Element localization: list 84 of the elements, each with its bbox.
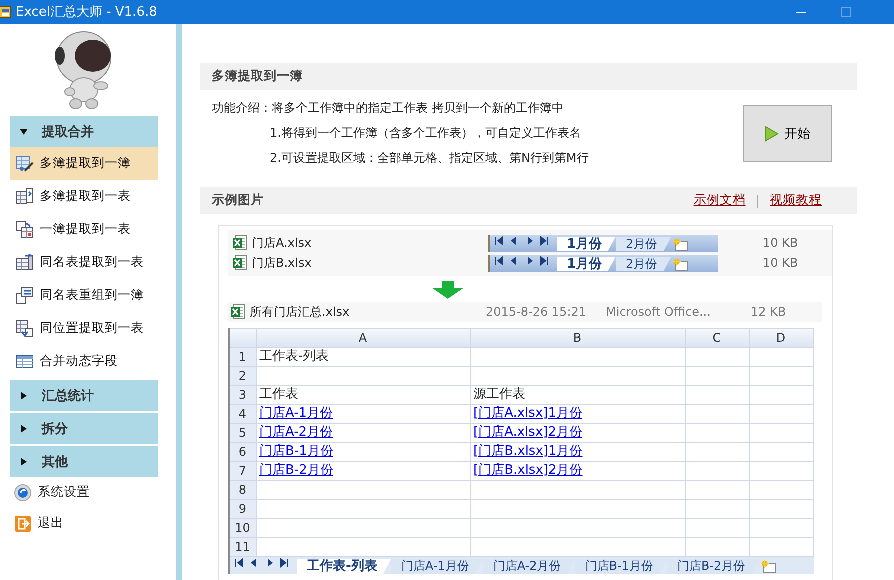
- row-header: 10: [229, 518, 256, 538]
- column-header: C: [685, 328, 749, 348]
- sheet-icon: [16, 220, 34, 238]
- file-name: 所有门店汇总.xlsx: [250, 304, 351, 320]
- expand-arrow-icon: [20, 458, 28, 466]
- section-title: 示例图片: [212, 192, 264, 209]
- intro-text: 功能介绍：将多个工作簿中的指定工作表 拷贝到一个新的工作簿中: [212, 100, 565, 117]
- sheet-icon: [16, 254, 34, 272]
- collapse-arrow-icon: [20, 128, 28, 136]
- expand-arrow-icon: [20, 424, 28, 432]
- sidebar-item[interactable]: 退出: [14, 508, 176, 539]
- group-label: 拆分: [42, 420, 68, 438]
- settings-icon: [14, 484, 32, 502]
- sheet-tab[interactable]: 门店B-1月份: [575, 559, 668, 574]
- sidebar-item[interactable]: 一簿提取到一表: [10, 213, 158, 246]
- app-icon: [0, 5, 12, 19]
- spreadsheet-file-icon: [232, 235, 248, 251]
- group-header[interactable]: 拆分: [10, 413, 158, 444]
- row-header: 3: [229, 386, 256, 404]
- sheet-tab[interactable]: 1月份: [557, 236, 616, 252]
- down-arrow-icon: [430, 281, 466, 299]
- sheet-icon: [16, 352, 34, 370]
- row-header: 2: [229, 366, 256, 386]
- play-icon: [764, 126, 778, 142]
- file-type: Microsoft Office...: [606, 305, 712, 319]
- new-sheet-icon[interactable]: [672, 238, 690, 252]
- row-header: 1: [229, 348, 256, 366]
- group-label: 汇总统计: [42, 388, 94, 404]
- start-button[interactable]: 开始: [743, 105, 832, 162]
- group-label: 其他: [42, 454, 68, 470]
- group-label: 提取合并: [42, 124, 94, 140]
- sidebar-item[interactable]: 多簿提取到一表: [10, 180, 158, 213]
- table-cell: 源工作表: [474, 387, 526, 402]
- file-size: 12 KB: [751, 305, 786, 319]
- expand-arrow-icon: [20, 392, 28, 400]
- file-size: 10 KB: [763, 236, 798, 250]
- table-cell: 工作表-列表: [260, 349, 330, 364]
- file-size: 10 KB: [763, 256, 798, 270]
- file-date: 2015-8-26 15:21: [486, 305, 588, 319]
- new-sheet-icon[interactable]: [672, 258, 690, 272]
- column-header: B: [470, 328, 685, 348]
- row-header: 6: [229, 442, 256, 462]
- group-header[interactable]: 其他: [10, 446, 158, 477]
- window-title: Excel汇总大师 - V1.6.8: [16, 4, 158, 21]
- sidebar-item[interactable]: 合并动态字段: [10, 345, 158, 378]
- group-header[interactable]: 提取合并: [10, 116, 158, 147]
- table-cell: 工作表: [260, 387, 298, 402]
- group-header[interactable]: 汇总统计: [10, 380, 158, 411]
- section-title: 多簿提取到一簿: [212, 68, 303, 85]
- sheet-icon: [16, 154, 34, 172]
- sidebar-item[interactable]: 多簿提取到一簿: [10, 147, 158, 180]
- sidebar-item[interactable]: 同名表提取到一表: [10, 246, 158, 279]
- sidebar-item[interactable]: 同位置提取到一表: [10, 312, 158, 345]
- column-header: D: [749, 328, 813, 348]
- link[interactable]: 示例文档: [694, 192, 746, 209]
- sheet-tab[interactable]: 工作表-列表: [297, 559, 392, 574]
- sheet-tab[interactable]: 1月份: [557, 256, 616, 272]
- sidebar-item[interactable]: 系统设置: [14, 477, 176, 508]
- link-separator: |: [756, 193, 760, 208]
- column-header: A: [256, 328, 470, 348]
- sheet-icon: [16, 286, 34, 304]
- feature-text: 1.将得到一个工作簿（含多个工作表），可自定义工作表名: [269, 125, 582, 142]
- row-header: 7: [229, 462, 256, 480]
- sheet-icon: [16, 320, 34, 338]
- sheet-tab[interactable]: 2月份: [616, 256, 672, 272]
- row-header: 11: [229, 538, 256, 556]
- sheet-tab[interactable]: 门店B-2月份: [667, 559, 760, 574]
- file-name: 门店A.xlsx: [252, 234, 313, 252]
- file-name: 门店B.xlsx: [252, 254, 313, 272]
- corner-cell: [229, 328, 256, 348]
- sheet-tab[interactable]: 门店A-2月份: [483, 559, 576, 574]
- feature-text: 2.可设置提取区域：全部单元格、指定区域、第N行到第M行: [269, 150, 590, 167]
- sidebar-item[interactable]: 同名表重组到一簿: [10, 279, 158, 312]
- sheet-tab[interactable]: 2月份: [616, 236, 672, 252]
- sheet-tab[interactable]: 门店A-1月份: [391, 559, 484, 574]
- link[interactable]: 视频教程: [770, 192, 822, 209]
- exit-icon: [14, 514, 32, 532]
- row-header: 5: [229, 424, 256, 442]
- sheet-icon: [16, 188, 34, 206]
- row-header: 4: [229, 404, 256, 424]
- new-sheet-icon[interactable]: [760, 560, 778, 574]
- spreadsheet-file-icon: [232, 255, 248, 271]
- row-header: 8: [229, 480, 256, 500]
- row-header: 9: [229, 500, 256, 518]
